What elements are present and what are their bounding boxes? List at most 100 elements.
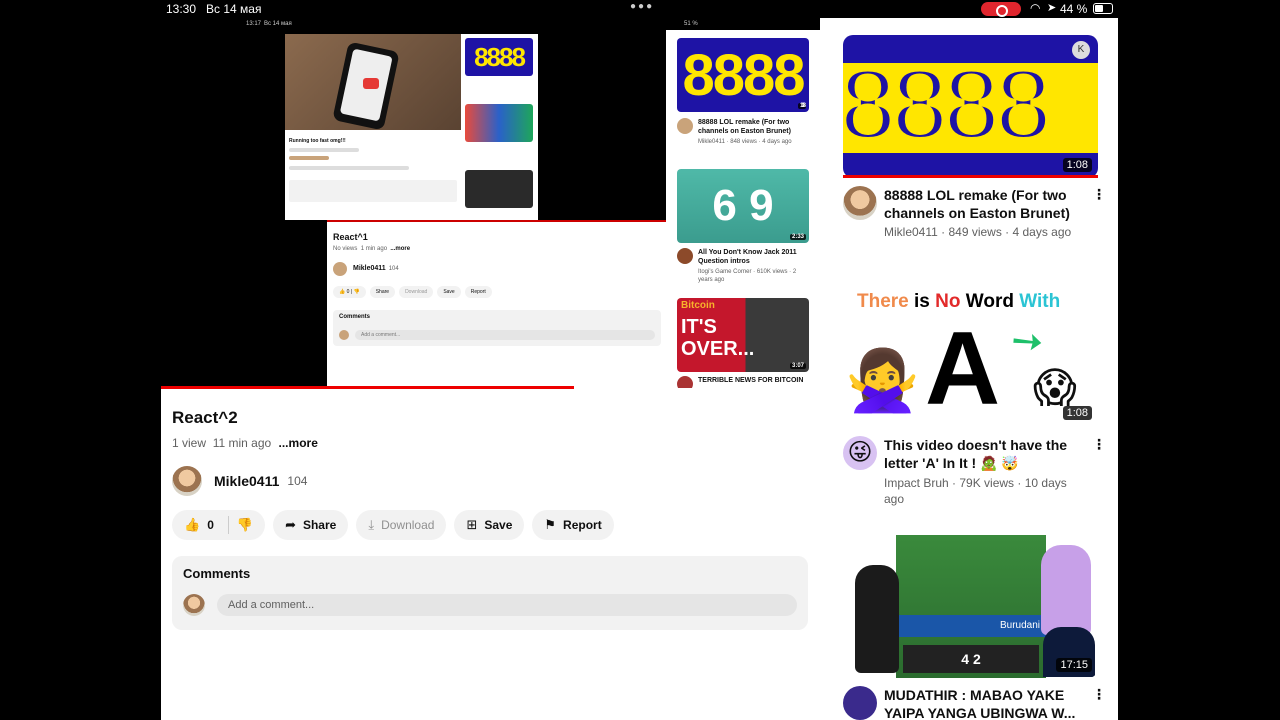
video-info: React^2 1 view 11 min ago ...more Mikle0… [161,390,820,720]
nested-screenshot: 13:17 Вс 14 мая 51 % Running too fast om… [244,20,820,388]
like-count: 0 [207,518,214,532]
description-more-link[interactable]: ...more [279,436,318,450]
mini-thumb-8888-text: 8888 [682,42,805,108]
thumb-8888-text: 8888 [843,47,1056,163]
kebab-icon[interactable]: ⋮ [1092,686,1106,703]
react1-channel-row: Mikle0411 104 [353,265,399,272]
share-button[interactable]: ➦ Share [273,510,349,540]
screen-record-icon[interactable] [981,2,1021,17]
nested-channel-line [289,156,329,160]
screen: 13:30 Вс 14 мая ●●● ◠ ➤ 44 % 13:17 Вс 14… [0,0,1280,720]
download-button[interactable]: ⤓ Download [356,510,447,540]
woman-crossing-arms-emoji: 🙅‍♀️ [845,347,920,414]
mini-avatar-2 [677,248,693,264]
save-label: Save [484,518,513,532]
suggestion-thumbnail-2[interactable]: There is No Word With A 🙅‍♀️ ➘ 😱 1:08 [843,283,1098,426]
video-progress-bar[interactable] [161,386,574,389]
suggestion-avatar-1[interactable] [843,186,877,220]
mini-duration-3: 3:07 [789,363,806,369]
react1-like-count: 0 [346,289,350,295]
react1-title: React^1 [333,232,368,242]
comment-avatar [183,594,205,616]
mini-thumb-8888: 8888 1:08 [677,38,809,112]
thumb-down-icon[interactable]: 👎 [237,517,253,533]
download-icon: ⤓ [368,517,375,532]
channel-avatar[interactable] [172,466,202,496]
react1-report: Report [464,286,492,298]
green-arrow-icon: ➘ [1001,315,1053,369]
suggestion-thumbnail-1[interactable]: 8888 K 1:08 [843,35,1098,178]
save-icon: ⊞ [466,517,478,532]
video-time: 11 min ago [212,436,272,450]
nested-comments-box [289,180,457,202]
share-label: Share [302,518,337,532]
suggestion-meta-2: Impact Bruh · 79K views · 10 days ago [884,476,1067,506]
battery-icon [1093,3,1113,14]
mini-title-3: TERRIBLE NEWS FOR BITCOIN [698,377,804,384]
suggestion-avatar-2[interactable]: 😜 [843,436,877,470]
nested-status-time: 13:17 [246,21,262,27]
thumb-headline: There is No Word With [857,291,1060,313]
nested-status-date: Вс 14 мая [264,21,292,27]
duration-badge-1: 1:08 [1062,158,1092,172]
save-button[interactable]: ⊞ Save [454,510,525,540]
kebab-icon[interactable]: ⋮ [1092,436,1106,453]
mini-thumb-69: 6 9 2:33 [677,169,809,243]
report-button[interactable]: ⚑ Report [532,510,614,540]
mini-thumb-bitcoin-label: Bitcoin [681,300,715,311]
nested-actions-line [289,166,409,170]
channel-row[interactable]: Mikle0411 104 [172,465,307,497]
react1-save: Save [437,286,461,298]
mini-title-2: All You Don't Know Jack 2011 Question in… [698,249,797,265]
suggestion-thumbnail-3[interactable]: Burudani 4 2 17:15 [843,535,1098,678]
nested-status-bar: 13:17 Вс 14 мая 51 % [244,20,739,30]
comments-section[interactable]: Comments Add a comment... [172,556,808,630]
react1-comment-avatar [339,330,349,340]
mini-duration-2: 2:33 [789,234,806,240]
suggestions-sidebar: 8888 K 1:08 88888 LOL remake (For two ch… [820,18,1118,720]
thumb-big-letter: A [925,311,1001,426]
comment-input[interactable]: Add a comment... [217,594,797,616]
nested-thumb-numbers [465,104,533,142]
react1-comment-input: Add a comment... [355,330,655,340]
mini-meta-2: Itogi's Game Corner · 610K views · 2 yea… [698,269,797,283]
comments-label: Comments [183,566,251,581]
subscriber-count: 104 [287,474,308,488]
duration-badge-2: 1:08 [1062,406,1092,420]
like-dislike-button[interactable]: 👍 0 👎 [172,510,266,540]
react1-channel: Mikle0411 [353,265,386,272]
thumb-word-no: No [935,291,961,312]
nested-inner-title: Running too fast omg!!! [289,138,346,144]
suggestion-title-3[interactable]: MUDATHIR : MABAO YAKE YAIPA YANGA UBINGW… [884,686,1090,720]
thumb-up-icon[interactable]: 👍 [184,517,200,533]
location-icon: ➤ [1047,2,1057,14]
report-label: Report [563,518,602,532]
thumb-player-right [1041,545,1091,635]
mini-thumb-bitcoin: Bitcoin IT'S OVER... 3:07 [677,298,809,372]
mini-duration-1: 1:08 [797,103,806,109]
watched-progress-1 [843,175,1098,178]
suggestion-title-2[interactable]: This video doesn't have the letter 'A' I… [884,436,1090,472]
video-meta[interactable]: 1 view 11 min ago ...more [172,436,318,450]
suggestion-avatar-3[interactable] [843,686,877,720]
react1-time: 1 min ago [360,246,388,252]
mini-avatar-1 [677,118,693,134]
react1-avatar [333,262,347,276]
video-player[interactable]: 13:17 Вс 14 мая 51 % Running too fast om… [161,18,820,388]
nested-thumb-8888: 8888 [465,38,533,76]
download-label: Download [381,518,435,532]
suggestion-title-1[interactable]: 88888 LOL remake (For two channels on Ea… [884,186,1090,222]
channel-name[interactable]: Mikle0411 [214,473,279,489]
thumb-banner: Burudani [896,615,1046,637]
react1-comments-label: Comments [339,314,371,320]
mini-avatar-3 [677,376,693,388]
react1-download: Download [399,286,434,298]
react1-meta: No views 1 min ago ...more [333,246,410,252]
react1-views: No views [333,246,358,252]
kebab-icon[interactable]: ⋮ [1092,186,1106,203]
nested-thumb-list: 8888 [465,38,535,220]
multitask-dots-icon[interactable]: ●●● [630,1,654,12]
flag-icon: ⚑ [544,517,557,532]
mini-meta-1: Mikle0411 · 848 views · 4 days ago [698,139,792,145]
react1-actions: 👍 0 | 👎 Share Download Save Report [333,286,492,298]
